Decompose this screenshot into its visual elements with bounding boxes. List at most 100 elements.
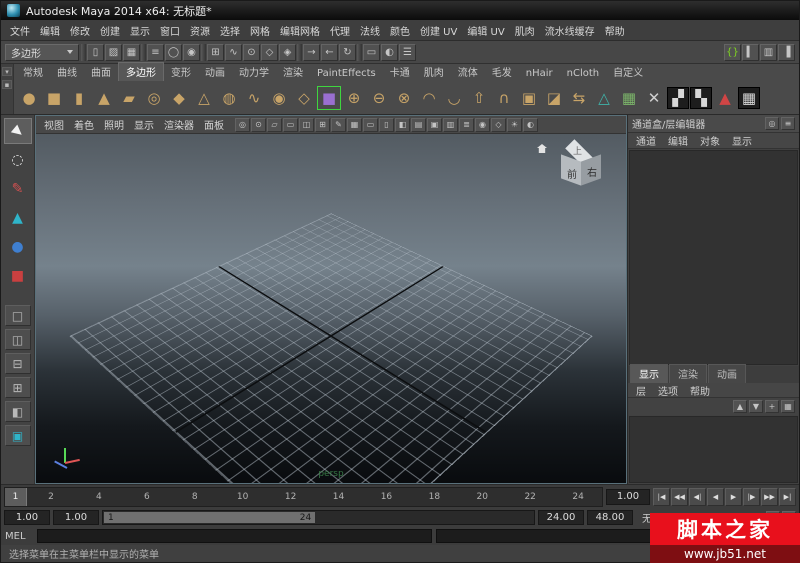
menu-item[interactable]: 修改 <box>65 20 95 41</box>
shelf-tab[interactable]: nCloth <box>560 67 606 81</box>
step-back-one-frame-button[interactable]: ◀◀ <box>671 488 688 506</box>
shelf-tab[interactable]: 卡通 <box>383 63 417 81</box>
layout-four-panes-button[interactable]: ⊞ <box>5 377 31 398</box>
layer-editor-menu-item[interactable]: 选项 <box>652 382 684 399</box>
paint-select-tool[interactable]: ✎ <box>4 176 32 202</box>
scale-tool[interactable]: ■ <box>4 263 32 289</box>
shelf-bevel-icon[interactable]: ◪ <box>542 86 566 110</box>
shelf-tab[interactable]: nHair <box>519 67 560 81</box>
shelf-reduce-icon[interactable]: ◡ <box>442 86 466 110</box>
playback-end-field[interactable]: 24.00 <box>538 510 584 525</box>
panel-menu-item[interactable]: 照明 <box>99 116 129 133</box>
menu-set-dropdown[interactable]: 多边形 <box>5 44 79 61</box>
shelf-poly-pyramid-icon[interactable]: △ <box>192 86 216 110</box>
viewport-3d[interactable]: 上 前 右 persp <box>36 134 626 483</box>
shelf-extrude-icon[interactable]: ⇧ <box>467 86 491 110</box>
shelf-combine-icon[interactable]: ⊕ <box>342 86 366 110</box>
menu-item[interactable]: 帮助 <box>600 20 630 41</box>
lighting-icon[interactable]: ☀ <box>507 118 522 132</box>
open-scene-icon[interactable]: ▨ <box>105 44 122 61</box>
film-gate-icon[interactable]: ▭ <box>363 118 378 132</box>
menu-item[interactable]: 资源 <box>185 20 215 41</box>
script-editor-icon[interactable]: {} <box>724 44 741 61</box>
current-time-field[interactable]: 1.00 <box>606 489 650 505</box>
menu-item[interactable]: 肌肉 <box>510 20 540 41</box>
render-current-frame-icon[interactable]: ▭ <box>363 44 380 61</box>
playback-start-field[interactable]: 1.00 <box>53 510 99 525</box>
shelf-tab[interactable]: 肌肉 <box>417 63 451 81</box>
shelf-tab[interactable]: 流体 <box>451 63 485 81</box>
shelf-uv-planar-icon[interactable]: ▞ <box>667 87 689 109</box>
shelf-mirror-icon[interactable]: ⇆ <box>567 86 591 110</box>
shelf-quad-draw-icon[interactable]: ▦ <box>617 86 641 110</box>
channel-box-menu-item[interactable]: 对象 <box>694 132 726 149</box>
select-tool[interactable]: ▶ <box>4 118 32 144</box>
shelf-smooth-icon[interactable]: ◠ <box>417 86 441 110</box>
play-backwards-button[interactable]: ◀ <box>707 488 724 506</box>
shelf-poly-sphere-icon[interactable]: ● <box>17 86 41 110</box>
grid-toggle-icon[interactable]: ▦ <box>347 118 362 132</box>
animation-end-field[interactable]: 48.00 <box>587 510 633 525</box>
layout-single-pane-button[interactable]: □ <box>5 305 31 326</box>
lasso-select-tool[interactable]: ◌ <box>4 147 32 173</box>
shelf-uv-editor-icon[interactable]: ▦ <box>738 87 760 109</box>
save-scene-icon[interactable]: ▦ <box>123 44 140 61</box>
lock-camera-icon[interactable]: ⊙ <box>251 118 266 132</box>
shelf-poly-helix-icon[interactable]: ∿ <box>242 86 266 110</box>
snap-to-grid-icon[interactable]: ⊞ <box>207 44 224 61</box>
snap-to-point-icon[interactable]: ⊙ <box>243 44 260 61</box>
menu-item[interactable]: 网格 <box>245 20 275 41</box>
menu-item[interactable]: 编辑 UV <box>462 20 509 41</box>
channel-box-menu-item[interactable]: 编辑 <box>662 132 694 149</box>
shelf-interactive-cube-icon[interactable]: ■ <box>317 86 341 110</box>
layout-current-view-button[interactable]: ▣ <box>5 425 31 446</box>
new-layer-from-selected-icon[interactable]: ▦ <box>781 400 795 413</box>
layer-editor-tab[interactable]: 渲染 <box>669 364 707 383</box>
shelf-tab[interactable]: 曲面 <box>84 63 118 81</box>
ipr-render-icon[interactable]: ◐ <box>381 44 398 61</box>
shelf-tab-menu-icon[interactable]: ▾ <box>2 67 12 76</box>
bookmarks-icon[interactable]: ▭ <box>283 118 298 132</box>
step-back-one-key-button[interactable]: ◀| <box>689 488 706 506</box>
pin-icon[interactable]: ◎ <box>765 117 779 130</box>
snap-to-plane-icon[interactable]: ◇ <box>261 44 278 61</box>
menu-item[interactable]: 创建 <box>95 20 125 41</box>
make-live-icon[interactable]: ◈ <box>279 44 296 61</box>
panel-menu-item[interactable]: 面板 <box>199 116 229 133</box>
channel-list[interactable] <box>629 150 798 365</box>
range-bar[interactable]: 1 24 <box>104 512 315 523</box>
layout-two-panes-side-button[interactable]: ◫ <box>5 329 31 350</box>
shelf-poly-soccer-icon[interactable]: ◉ <box>267 86 291 110</box>
shelf-poly-cone-icon[interactable]: ▲ <box>92 86 116 110</box>
shelf-tab[interactable]: 动力学 <box>232 63 276 81</box>
shelf-poly-cube-icon[interactable]: ■ <box>42 86 66 110</box>
xray-icon[interactable]: ◇ <box>491 118 506 132</box>
select-by-component-icon[interactable]: ◉ <box>183 44 200 61</box>
field-chart-icon[interactable]: ▤ <box>411 118 426 132</box>
menu-item[interactable]: 窗口 <box>155 20 185 41</box>
panel-menu-item[interactable]: 显示 <box>129 116 159 133</box>
resolution-gate-icon[interactable]: ▯ <box>379 118 394 132</box>
shelf-editor-icon[interactable]: ▪ <box>2 80 12 89</box>
panel-menu-icon[interactable]: ≡ <box>781 117 795 130</box>
shelf-tab[interactable]: 曲线 <box>50 63 84 81</box>
shelf-poly-torus-icon[interactable]: ◎ <box>142 86 166 110</box>
shelf-tab[interactable]: 渲染 <box>276 63 310 81</box>
range-slider[interactable]: 1 24 <box>102 510 535 525</box>
channel-toggle-icon[interactable]: ≣ <box>459 118 474 132</box>
statusline-separator[interactable] <box>141 44 146 61</box>
layer-editor-menu-item[interactable]: 帮助 <box>684 382 716 399</box>
shelf-tab[interactable]: 动画 <box>198 63 232 81</box>
construction-history-icon[interactable]: ↻ <box>339 44 356 61</box>
shelf-fill-hole-icon[interactable]: ▣ <box>517 86 541 110</box>
panel-menu-item[interactable]: 视图 <box>39 116 69 133</box>
channel-box-toggle-icon[interactable]: ▐ <box>778 44 795 61</box>
shelf-tab[interactable]: 常规 <box>16 63 50 81</box>
menu-item[interactable]: 颜色 <box>385 20 415 41</box>
channel-box-menu-item[interactable]: 显示 <box>726 132 758 149</box>
render-settings-icon[interactable]: ☰ <box>399 44 416 61</box>
shelf-tab[interactable]: 自定义 <box>606 63 650 81</box>
panel-menu-item[interactable]: 渲染器 <box>159 116 199 133</box>
shelf-uv-cut-icon[interactable]: ▲ <box>713 86 737 110</box>
menu-item[interactable]: 流水线缓存 <box>540 20 600 41</box>
